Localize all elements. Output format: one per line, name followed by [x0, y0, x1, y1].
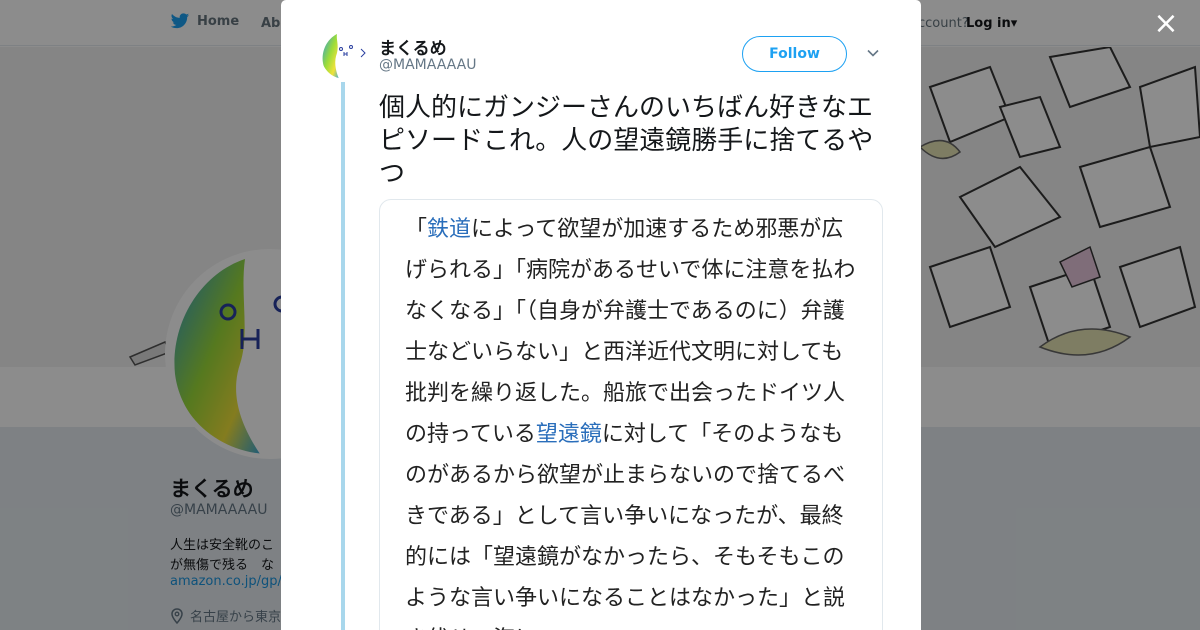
follow-button[interactable]: Follow: [742, 36, 847, 72]
quote-text-segment: に対して「そのようなものがあるから欲望が止まらないので捨てるべきである」として言…: [405, 422, 846, 630]
chevron-down-icon[interactable]: [865, 45, 881, 61]
tweet-modal: まくるめ @MAMAAAAU Follow 個人的にガンジーさんのいちばん好きな…: [281, 0, 921, 630]
tweet-author-handle[interactable]: @MAMAAAAU: [379, 57, 476, 73]
quote-link-railway: 鉄道: [427, 217, 472, 242]
ghost-avatar-image: [321, 31, 369, 79]
tweet-author-avatar[interactable]: [321, 31, 369, 79]
quote-text-segment: によって欲望が加速するため邪悪が広げられる」「病院があるせいで体に注意を払わなく…: [405, 217, 856, 447]
tweet-author-name[interactable]: まくるめ: [379, 34, 447, 59]
thread-line: [341, 82, 345, 630]
tweet-text: 個人的にガンジーさんのいちばん好きなエピソードこれ。人の望遠鏡勝手に捨てるやつ: [379, 93, 874, 189]
quote-text-segment: 「: [405, 217, 428, 242]
close-icon[interactable]: ×: [1152, 9, 1180, 39]
quote-link-telescope: 望遠鏡: [535, 422, 602, 447]
quoted-article-text: 「鉄道によって欲望が加速するため邪悪が広げられる」「病院があるせいで体に注意を払…: [405, 209, 865, 630]
tweet-media-image[interactable]: 「鉄道によって欲望が加速するため邪悪が広げられる」「病院があるせいで体に注意を払…: [379, 199, 883, 630]
